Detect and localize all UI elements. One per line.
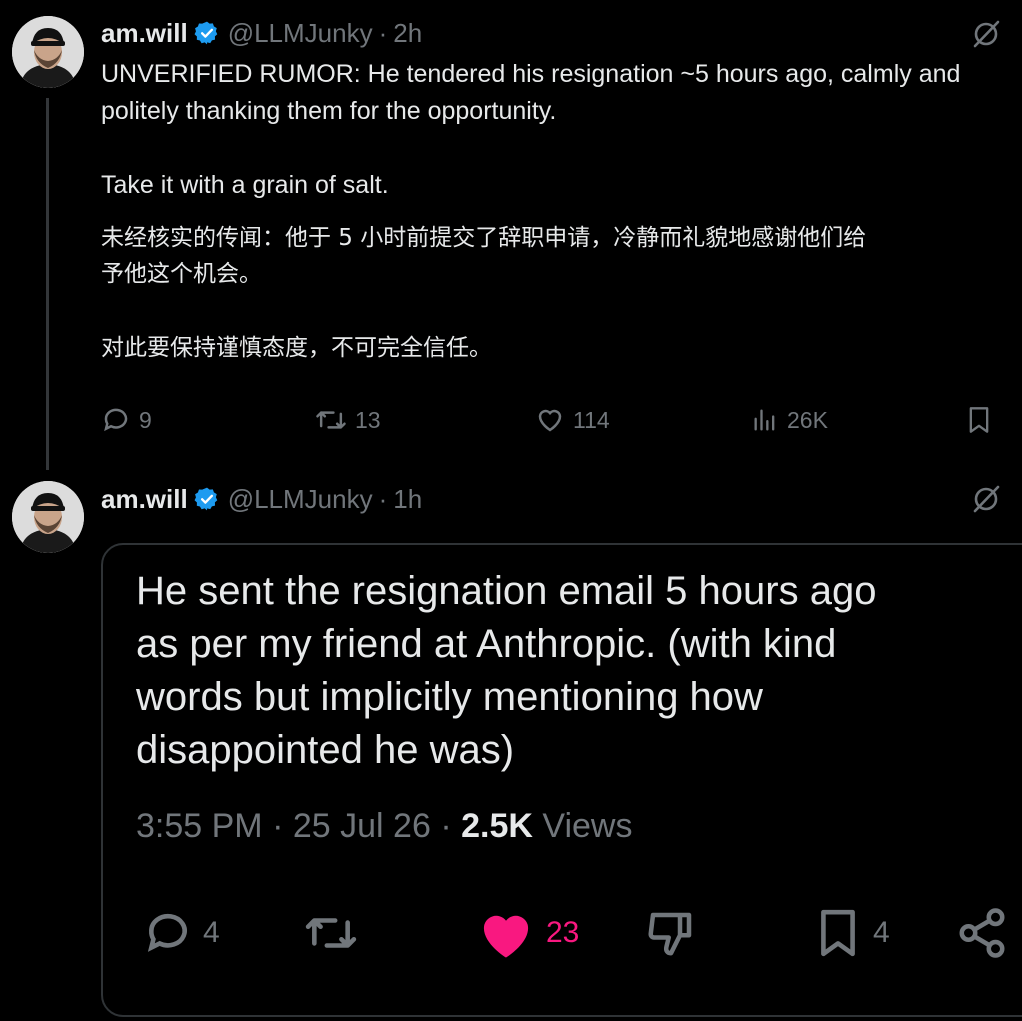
quoted-text-line: as per my friend at Anthropic. (with kin… xyxy=(136,622,837,666)
like-button[interactable]: 23 xyxy=(476,903,579,963)
repost-icon xyxy=(316,411,346,429)
reply-button[interactable]: 9 xyxy=(101,400,152,440)
views-count: 26K xyxy=(787,406,828,433)
display-name[interactable]: am.will xyxy=(101,18,188,49)
heart-filled-icon xyxy=(483,915,529,958)
tweet2-header: am.will @LLMJunky · 1h xyxy=(101,482,422,516)
quoted-text-line: disappointed he was) xyxy=(136,728,515,772)
reply-icon xyxy=(147,913,187,952)
bookmark-icon xyxy=(821,909,855,957)
avatar[interactable] xyxy=(12,481,84,553)
separator-dot: · xyxy=(378,17,388,48)
quoted-text-line: He sent the resignation email 5 hours ag… xyxy=(136,569,877,613)
share-button[interactable] xyxy=(955,903,1019,963)
avatar[interactable] xyxy=(12,16,84,88)
quoted-views-label: Views xyxy=(542,807,633,845)
user-handle[interactable]: @LLMJunky xyxy=(228,484,373,515)
tweet-text-line: Take it with a grain of salt. xyxy=(101,171,389,199)
verified-badge-icon xyxy=(194,20,220,46)
quoted-time[interactable]: 3:55 PM xyxy=(136,807,263,845)
reply-icon xyxy=(104,408,128,432)
reply-count: 9 xyxy=(139,406,152,433)
tweet1-action-bar: 9 13 114 26K xyxy=(101,400,1001,440)
tweet-text-line: politely thanking them for the opportuni… xyxy=(101,97,557,125)
tweet-translation-line: 未经核实的传闻：他于 5 小时前提交了辞职申请，冷静而礼貌地感谢他们给 xyxy=(101,225,867,251)
tweet-translation-line: 予他这个机会。 xyxy=(101,261,262,287)
quoted-action-bar: 4 23 4 xyxy=(143,903,1022,963)
repost-count: 13 xyxy=(355,406,381,433)
like-button[interactable]: 114 xyxy=(535,400,610,440)
views-button[interactable]: 26K xyxy=(751,400,828,440)
quoted-text-line: words but implicitly mentioning how xyxy=(136,675,763,719)
timestamp[interactable]: 1h xyxy=(393,484,422,515)
like-count: 23 xyxy=(546,916,580,949)
heart-icon xyxy=(538,409,562,432)
repost-icon xyxy=(305,918,357,948)
repost-button[interactable]: 13 xyxy=(315,400,381,440)
thread-connector-line xyxy=(46,98,49,470)
timestamp[interactable]: 2h xyxy=(393,18,422,49)
bookmark-button[interactable] xyxy=(965,400,1001,440)
quoted-views-count: 2.5K xyxy=(461,807,533,845)
reply-button[interactable]: 4 xyxy=(143,903,220,963)
display-name[interactable]: am.will xyxy=(101,484,188,515)
thumbs-down-icon xyxy=(648,912,692,956)
user-handle[interactable]: @LLMJunky xyxy=(228,18,373,49)
verified-badge-icon xyxy=(194,486,220,512)
grok-icon[interactable] xyxy=(970,18,1002,50)
quoted-tweet-meta: 3:55 PM · 25 Jul 26 · 2.5K Views xyxy=(136,807,632,846)
reply-count: 4 xyxy=(203,916,220,949)
like-count: 114 xyxy=(573,406,610,433)
bookmark-button[interactable]: 4 xyxy=(813,903,890,963)
share-icon xyxy=(959,908,1005,958)
analytics-icon xyxy=(754,409,775,431)
grok-icon[interactable] xyxy=(970,483,1002,515)
dislike-button[interactable] xyxy=(643,903,709,963)
separator-dot: · xyxy=(440,807,452,845)
repost-button[interactable] xyxy=(303,903,369,963)
quoted-date[interactable]: 25 Jul 26 xyxy=(293,807,431,845)
bookmark-count: 4 xyxy=(873,916,890,949)
tweet-translation-line: 对此要保持谨慎态度，不可完全信任。 xyxy=(101,335,492,361)
quoted-tweet-card[interactable]: He sent the resignation email 5 hours ag… xyxy=(101,543,1022,1017)
tweet-text-line: UNVERIFIED RUMOR: He tendered his resign… xyxy=(101,60,961,88)
quoted-tweet-text: He sent the resignation email 5 hours ag… xyxy=(136,565,1022,777)
separator-dot: · xyxy=(272,807,284,845)
separator-dot: · xyxy=(378,483,388,514)
bookmark-icon xyxy=(969,407,989,433)
tweet1-header: am.will @LLMJunky · 2h xyxy=(101,16,422,50)
